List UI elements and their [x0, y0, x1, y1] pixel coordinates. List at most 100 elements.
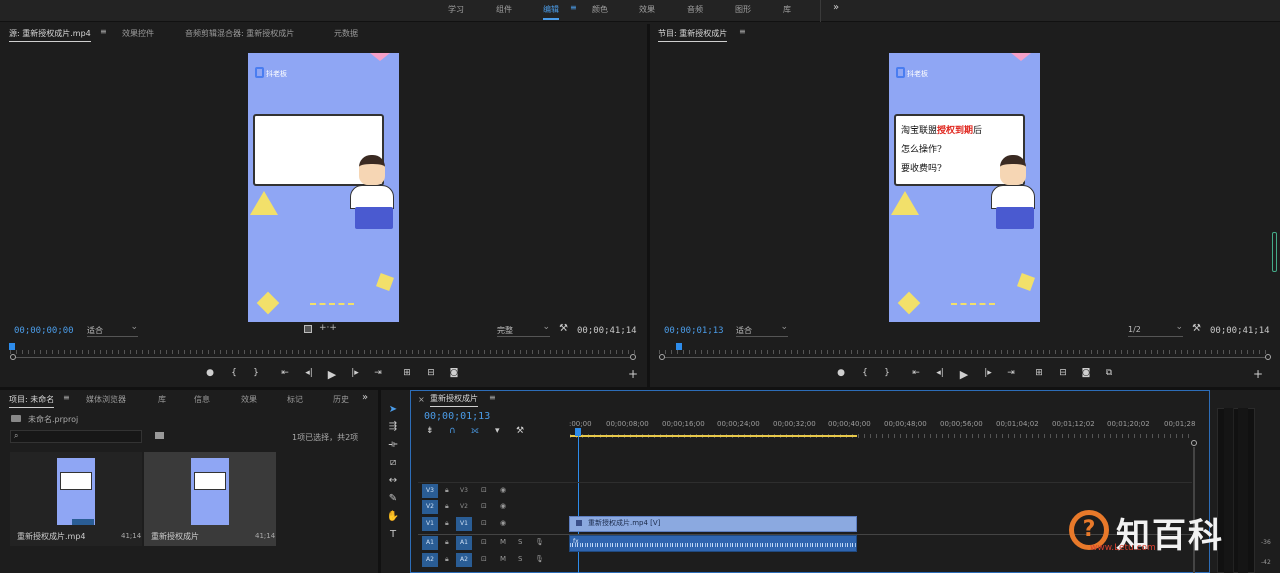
tab-project[interactable]: 项目: 未命名 [9, 394, 55, 408]
go-to-in-icon[interactable]: ⇤ [909, 368, 923, 378]
type-tool-icon[interactable]: T [386, 529, 400, 541]
solo-button[interactable]: S [518, 555, 522, 563]
workspace-tab-libraries[interactable]: 库 [783, 4, 791, 15]
lock-icon[interactable]: 🔒︎ [445, 486, 449, 495]
source-patch-a2[interactable]: A2 [422, 553, 438, 567]
hand-tool-icon[interactable]: ✋ [386, 511, 400, 523]
microphone-icon[interactable]: 🎙︎ [535, 538, 544, 546]
timeline-timecode[interactable]: 00;00;01;13 [424, 411, 490, 422]
step-back-icon[interactable]: ◂| [933, 368, 947, 378]
sync-lock-icon[interactable]: ⊡ [481, 555, 487, 563]
source-playhead-timecode[interactable]: 00;00;00;00 [14, 326, 74, 336]
step-forward-icon[interactable]: |▸ [981, 368, 995, 378]
lock-icon[interactable]: 🔒︎ [445, 555, 449, 564]
button-editor-icon[interactable]: + [626, 367, 640, 381]
wrench-icon[interactable]: ⚒ [1192, 323, 1201, 334]
panel-menu-icon[interactable]: ≡ [739, 27, 746, 36]
lock-icon[interactable]: 🔒︎ [445, 538, 449, 547]
tab-metadata[interactable]: 元数据 [334, 28, 358, 39]
panel-menu-icon[interactable]: ≡ [100, 27, 107, 36]
source-playhead[interactable] [9, 343, 15, 350]
track-select-tool-icon[interactable]: ⇶ [386, 421, 400, 433]
program-quality-dropdown[interactable]: 1/2 [1128, 322, 1183, 337]
timeline-playhead[interactable] [575, 428, 581, 436]
solo-button[interactable]: S [518, 538, 522, 546]
add-marker-icon[interactable]: ● [834, 368, 848, 378]
project-item[interactable]: 重新授权成片.mp4 41;14 [10, 452, 142, 546]
tab-info[interactable]: 信息 [194, 394, 210, 405]
wrench-icon[interactable]: ⚒ [516, 426, 524, 436]
slip-tool-icon[interactable]: ↔ [386, 475, 400, 487]
vertical-scroll-handle[interactable] [1191, 440, 1197, 446]
mark-out-icon[interactable]: } [249, 368, 263, 378]
settings-icon[interactable] [304, 325, 312, 333]
panel-menu-icon[interactable]: ≡ [489, 393, 496, 402]
button-editor-icon[interactable]: + [1251, 367, 1265, 381]
tab-program[interactable]: 节目: 重新授权成片 [658, 28, 728, 42]
drag-video-icon[interactable]: +·+ [319, 323, 337, 333]
project-item[interactable]: 重新授权成片 41;14 [144, 452, 276, 546]
workspace-overflow-icon[interactable]: » [833, 2, 839, 13]
program-video-frame[interactable]: 抖老板 淘宝联盟授权到期后 怎么操作? 要收费吗? [889, 53, 1040, 322]
tab-markers[interactable]: 标记 [287, 394, 303, 405]
source-patch-a1[interactable]: A1 [422, 536, 438, 550]
insert-icon[interactable]: ⊞ [400, 368, 414, 378]
wrench-icon[interactable]: ⚒ [559, 323, 568, 334]
new-bin-icon[interactable] [155, 432, 164, 439]
go-to-in-icon[interactable]: ⇤ [278, 368, 292, 378]
overwrite-icon[interactable]: ⊟ [424, 368, 438, 378]
workspace-tab-color[interactable]: 颜色 [592, 4, 608, 15]
source-patch-v3[interactable]: V3 [422, 484, 438, 498]
lift-icon[interactable]: ⊞ [1032, 368, 1046, 378]
comparison-view-icon[interactable]: ⧉ [1102, 368, 1116, 378]
sync-lock-icon[interactable]: ⊡ [481, 538, 487, 546]
program-time-ruler[interactable] [659, 344, 1271, 354]
track-target-v1[interactable]: V1 [456, 517, 472, 531]
tab-audio-clip-mixer[interactable]: 音频剪辑混合器: 重新授权成片 [185, 28, 294, 39]
zoom-scrollbar[interactable] [665, 357, 1265, 358]
sync-lock-icon[interactable]: ⊡ [481, 486, 487, 494]
extract-icon[interactable]: ⊟ [1056, 368, 1070, 378]
track-target-a2[interactable]: A2 [456, 553, 472, 567]
workspace-tab-assembly[interactable]: 组件 [496, 4, 512, 15]
tab-source[interactable]: 源: 重新授权成片.mp4 [9, 28, 91, 42]
source-time-ruler[interactable] [10, 344, 636, 354]
ripple-edit-tool-icon[interactable]: ⟛ [386, 439, 400, 451]
track-target-v3[interactable]: V3 [456, 484, 472, 498]
zoom-handle-right[interactable] [630, 354, 636, 360]
lock-icon[interactable]: 🔒︎ [445, 519, 449, 528]
search-input[interactable]: ⌕ [10, 430, 142, 443]
zoom-handle-right[interactable] [1265, 354, 1271, 360]
workspace-tab-effects[interactable]: 效果 [639, 4, 655, 15]
lock-icon[interactable]: 🔒︎ [445, 502, 449, 511]
close-icon[interactable]: × [418, 395, 425, 404]
audio-clip[interactable]: fx [569, 535, 857, 552]
workspace-tab-editing[interactable]: 编辑 [543, 4, 559, 20]
source-video-frame[interactable]: 抖老板 [248, 53, 399, 322]
go-to-out-icon[interactable]: ⇥ [1004, 368, 1018, 378]
program-playhead[interactable] [676, 343, 682, 350]
source-patch-v2[interactable]: V2 [422, 500, 438, 514]
tab-media-browser[interactable]: 媒体浏览器 [86, 394, 126, 405]
mark-out-icon[interactable]: } [880, 368, 894, 378]
workspace-tab-graphics[interactable]: 图形 [735, 4, 751, 15]
mark-in-icon[interactable]: { [858, 368, 872, 378]
track-target-a1[interactable]: A1 [456, 536, 472, 550]
panel-overflow-icon[interactable]: » [362, 392, 368, 403]
play-icon[interactable]: ▶ [325, 368, 339, 381]
go-to-out-icon[interactable]: ⇥ [371, 368, 385, 378]
workspace-menu-icon[interactable]: ≡ [570, 3, 577, 12]
snap-icon[interactable]: ∩ [449, 426, 456, 436]
source-fit-dropdown[interactable]: 适合 [87, 322, 138, 337]
mute-button[interactable]: M [500, 538, 506, 546]
tab-history[interactable]: 历史 [333, 394, 349, 405]
work-area-bar[interactable] [570, 435, 857, 437]
step-back-icon[interactable]: ◂| [302, 368, 316, 378]
eye-icon[interactable]: ◉ [500, 502, 506, 510]
program-fit-dropdown[interactable]: 适合 [736, 322, 788, 337]
mark-in-icon[interactable]: { [227, 368, 241, 378]
tab-effects[interactable]: 效果 [241, 394, 257, 405]
step-forward-icon[interactable]: |▸ [348, 368, 362, 378]
linked-selection-icon[interactable]: ⟗ [471, 426, 479, 436]
tab-libraries[interactable]: 库 [158, 394, 166, 405]
